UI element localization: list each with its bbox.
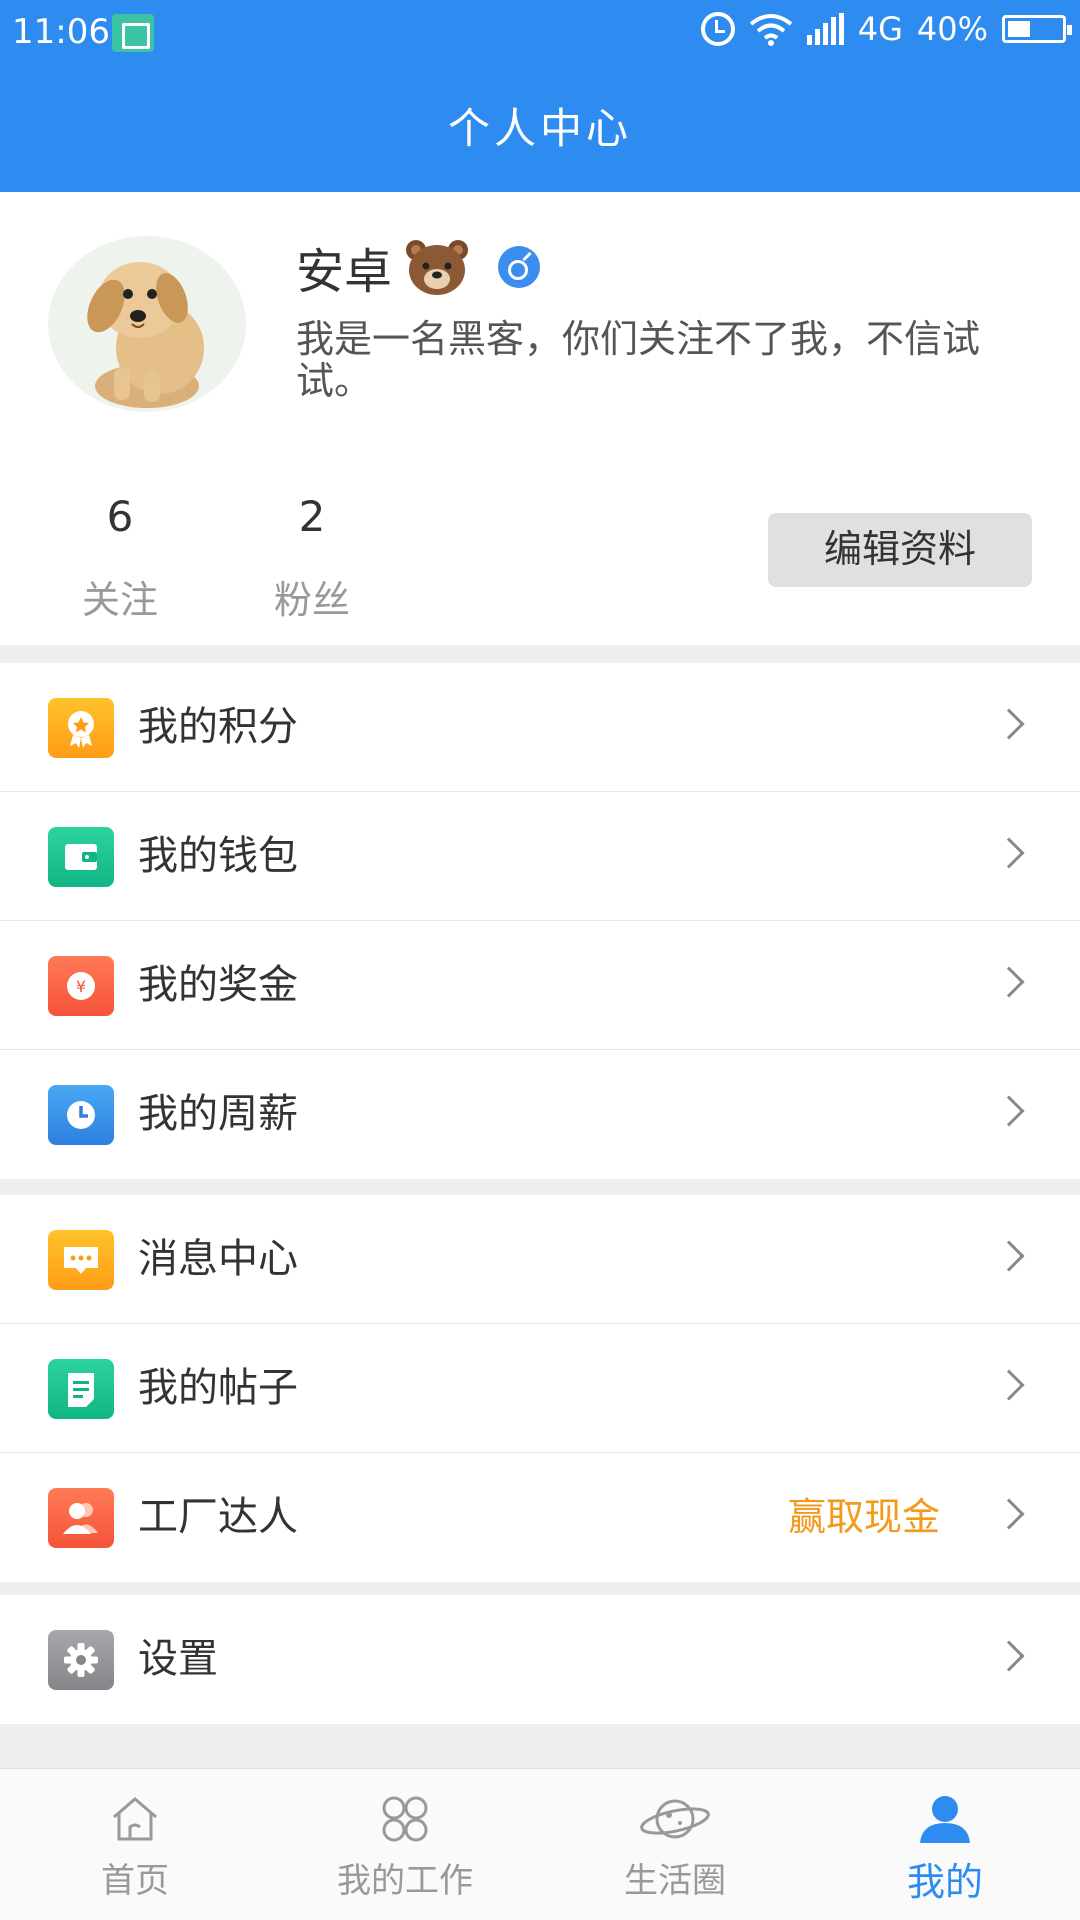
menu-item-label: 我的帖子 xyxy=(138,1365,298,1411)
bear-emoji-icon xyxy=(404,238,470,296)
page-title: 个人中心 xyxy=(0,66,1080,192)
menu-item-settings[interactable]: 设置 xyxy=(0,1595,1080,1724)
menu-item-label: 设置 xyxy=(138,1636,218,1682)
tab-life-circle[interactable]: 生活圈 xyxy=(540,1769,810,1920)
wifi-icon xyxy=(749,12,793,46)
menu-item-label: 我的积分 xyxy=(138,704,298,750)
tab-my-work[interactable]: 我的工作 xyxy=(270,1769,540,1920)
alarm-icon xyxy=(700,12,735,46)
clock-icon xyxy=(48,1085,114,1145)
user-icon xyxy=(920,1796,970,1843)
network-type: 4G xyxy=(857,10,903,48)
menu-item-posts[interactable]: 我的帖子 xyxy=(0,1324,1080,1453)
tab-label: 我的 xyxy=(906,1860,983,1904)
chevron-right-icon xyxy=(993,1640,1025,1672)
chevron-right-icon xyxy=(993,1095,1025,1127)
menu-item-label: 消息中心 xyxy=(138,1236,298,1282)
home-icon xyxy=(113,1797,157,1841)
planet-icon xyxy=(640,1799,710,1839)
earn-cash-tag: 赢取现金 xyxy=(787,1495,940,1539)
tab-mine[interactable]: 我的 xyxy=(810,1769,1080,1920)
people-icon xyxy=(48,1488,114,1548)
tab-home[interactable]: 首页 xyxy=(0,1769,270,1920)
avatar[interactable] xyxy=(48,236,246,412)
status-time: 11:06 xyxy=(12,12,110,52)
fans-count: 2 xyxy=(298,492,326,541)
grid-icon xyxy=(382,1796,428,1842)
menu-item-wallet[interactable]: 我的钱包 xyxy=(0,792,1080,921)
chevron-right-icon xyxy=(993,1369,1025,1401)
fans-label: 粉丝 xyxy=(273,578,350,622)
chevron-right-icon xyxy=(993,1498,1025,1530)
following-label: 关注 xyxy=(81,578,158,622)
user-name: 安卓 xyxy=(296,244,393,300)
male-gender-icon xyxy=(498,246,541,288)
chevron-right-icon xyxy=(993,1240,1025,1272)
menu-item-label: 我的奖金 xyxy=(138,962,298,1008)
user-bio: 我是一名黑客，你们关注不了我，不信试试。 xyxy=(296,317,981,403)
chevron-right-icon xyxy=(993,837,1025,869)
coin-icon: ¥ xyxy=(48,956,114,1016)
fans-stat[interactable]: 2 粉丝 xyxy=(252,492,372,624)
tab-label: 我的工作 xyxy=(337,1861,473,1901)
cell-signal-icon xyxy=(806,13,844,45)
menu-item-salary[interactable]: 我的周薪 xyxy=(0,1050,1080,1179)
user-name-row: 安卓 xyxy=(296,232,541,302)
profile-card: 安卓 我是一名黑客，你们关注不了我，不信试试。 6 关注 2 粉丝 编辑资料 xyxy=(0,192,1080,645)
battery-icon xyxy=(1002,15,1072,43)
menu-item-label: 我的钱包 xyxy=(138,833,298,879)
wallet-icon xyxy=(48,827,114,887)
tab-label: 生活圈 xyxy=(624,1861,726,1901)
status-bar: 11:06 4G 40% xyxy=(0,0,1080,66)
menu-group-wallet: 我的积分 我的钱包 ¥ 我的奖金 我的周薪 xyxy=(0,663,1080,1179)
following-count: 6 xyxy=(106,492,134,541)
battery-percent: 40% xyxy=(916,10,988,48)
chevron-right-icon xyxy=(993,708,1025,740)
gear-icon xyxy=(48,1630,114,1690)
note-icon xyxy=(48,1359,114,1419)
menu-item-points[interactable]: 我的积分 xyxy=(0,663,1080,792)
menu-item-bonus[interactable]: ¥ 我的奖金 xyxy=(0,921,1080,1050)
medal-icon xyxy=(48,698,114,758)
menu-group-settings: 设置 xyxy=(0,1595,1080,1724)
menu-group-social: 消息中心 我的帖子 工厂达人 赢取现金 xyxy=(0,1195,1080,1582)
tab-label: 首页 xyxy=(101,1861,169,1901)
screenshot-indicator-icon xyxy=(112,14,154,52)
chevron-right-icon xyxy=(993,966,1025,998)
svg-text:¥: ¥ xyxy=(76,977,86,996)
menu-item-factory-expert[interactable]: 工厂达人 赢取现金 xyxy=(0,1453,1080,1582)
edit-profile-button[interactable]: 编辑资料 xyxy=(768,513,1032,587)
menu-item-messages[interactable]: 消息中心 xyxy=(0,1195,1080,1324)
bottom-tab-bar: 首页 我的工作 生活圈 我的 xyxy=(0,1768,1080,1920)
following-stat[interactable]: 6 关注 xyxy=(60,492,180,624)
chat-icon xyxy=(48,1230,114,1290)
menu-item-label: 我的周薪 xyxy=(138,1091,298,1137)
menu-item-label: 工厂达人 xyxy=(138,1494,298,1540)
